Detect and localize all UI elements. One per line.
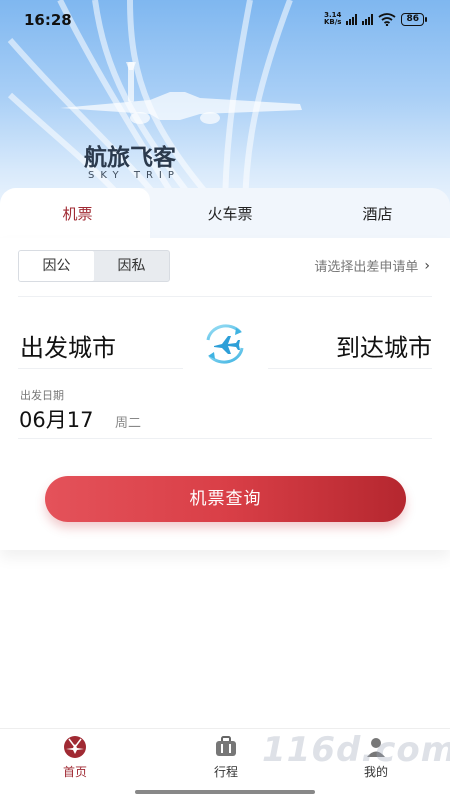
chevron-right-icon: › — [424, 257, 430, 274]
departure-weekday: 周二 — [115, 416, 142, 431]
home-plane-icon — [64, 736, 86, 758]
divider — [18, 368, 183, 369]
purpose-business-option[interactable]: 因公 — [19, 251, 94, 281]
nav-home[interactable]: 首页 — [35, 735, 115, 780]
luggage-icon — [216, 736, 236, 756]
nav-itinerary[interactable]: 行程 — [186, 735, 266, 780]
wifi-icon — [378, 12, 397, 26]
tab-hotel[interactable]: 酒店 — [305, 188, 450, 238]
logo-name-en: SKY TRIP — [88, 170, 180, 181]
flight-search-card: 因公 因私 请选择出差申请单 › 出发城市 到达城市 出发日期 06月17 周二… — [0, 238, 450, 550]
booking-tabs: 机票 火车票 酒店 — [0, 188, 450, 240]
home-indicator[interactable] — [135, 790, 315, 794]
signal-icon — [362, 13, 374, 25]
nav-home-label: 首页 — [62, 765, 87, 779]
flight-search-button[interactable]: 机票查询 — [45, 476, 406, 522]
network-speed: 3.14 KB/s — [323, 11, 342, 26]
travel-request-label: 请选择出差申请单 — [314, 260, 419, 275]
arrival-city[interactable]: 到达城市 — [336, 328, 432, 363]
departure-date-label: 出发日期 — [20, 389, 64, 402]
status-bar: 16:28 3.14 KB/s 86 — [0, 0, 450, 40]
departure-city[interactable]: 出发城市 — [20, 328, 116, 363]
departure-date-value[interactable]: 06月17 — [19, 404, 93, 434]
divider — [18, 438, 432, 439]
signal-icon — [346, 13, 358, 25]
swap-cities-icon[interactable] — [200, 322, 250, 366]
purpose-personal-option[interactable]: 因私 — [94, 251, 169, 281]
select-travel-request-link[interactable]: 请选择出差申请单 › — [314, 256, 430, 276]
tab-train[interactable]: 火车票 — [155, 188, 305, 238]
logo-name-cn: 航旅飞客 — [84, 145, 176, 171]
divider — [18, 296, 432, 297]
divider — [268, 368, 432, 369]
watermark: 116d.com — [262, 730, 450, 770]
trip-purpose-toggle: 因公 因私 — [18, 250, 170, 282]
status-time: 16:28 — [24, 11, 72, 29]
nav-itinerary-label: 行程 — [213, 765, 238, 779]
status-icons: 3.14 KB/s 86 — [323, 11, 427, 26]
battery-icon: 86 — [401, 12, 427, 26]
app-logo: 航旅飞客 SKY TRIP — [84, 138, 180, 181]
tab-flight[interactable]: 机票 — [0, 188, 155, 238]
